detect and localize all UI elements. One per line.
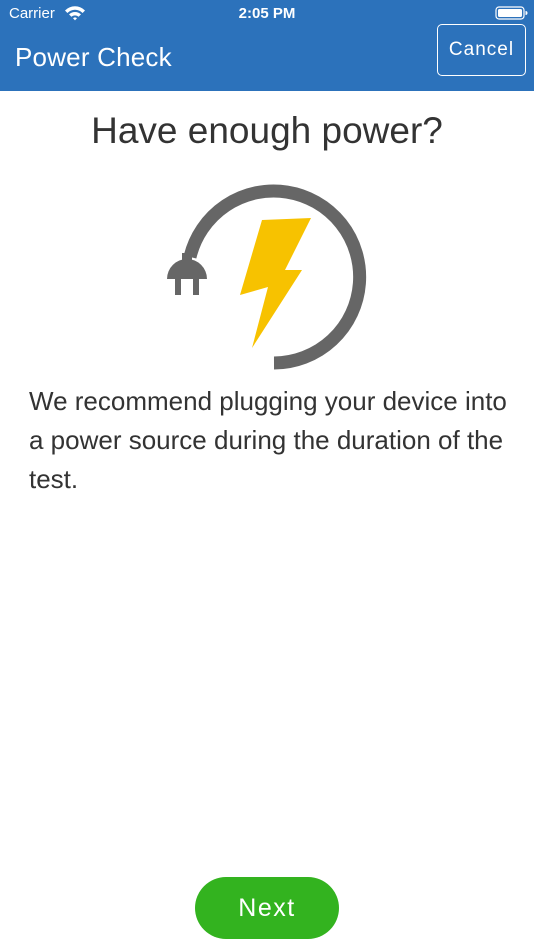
page-title: Have enough power? [91,110,443,151]
plug-lightning-icon [167,184,367,370]
battery-icon [495,6,528,20]
description-text: We recommend plugging your device into a… [29,386,507,494]
cancel-button[interactable]: Cancel [437,24,526,76]
nav-title: Power Check [15,42,172,72]
next-button[interactable]: Next [195,877,339,939]
header-bar: Carrier 2:05 PM Power Check Cancel [0,0,534,91]
clock-time: 2:05 PM [238,5,296,22]
